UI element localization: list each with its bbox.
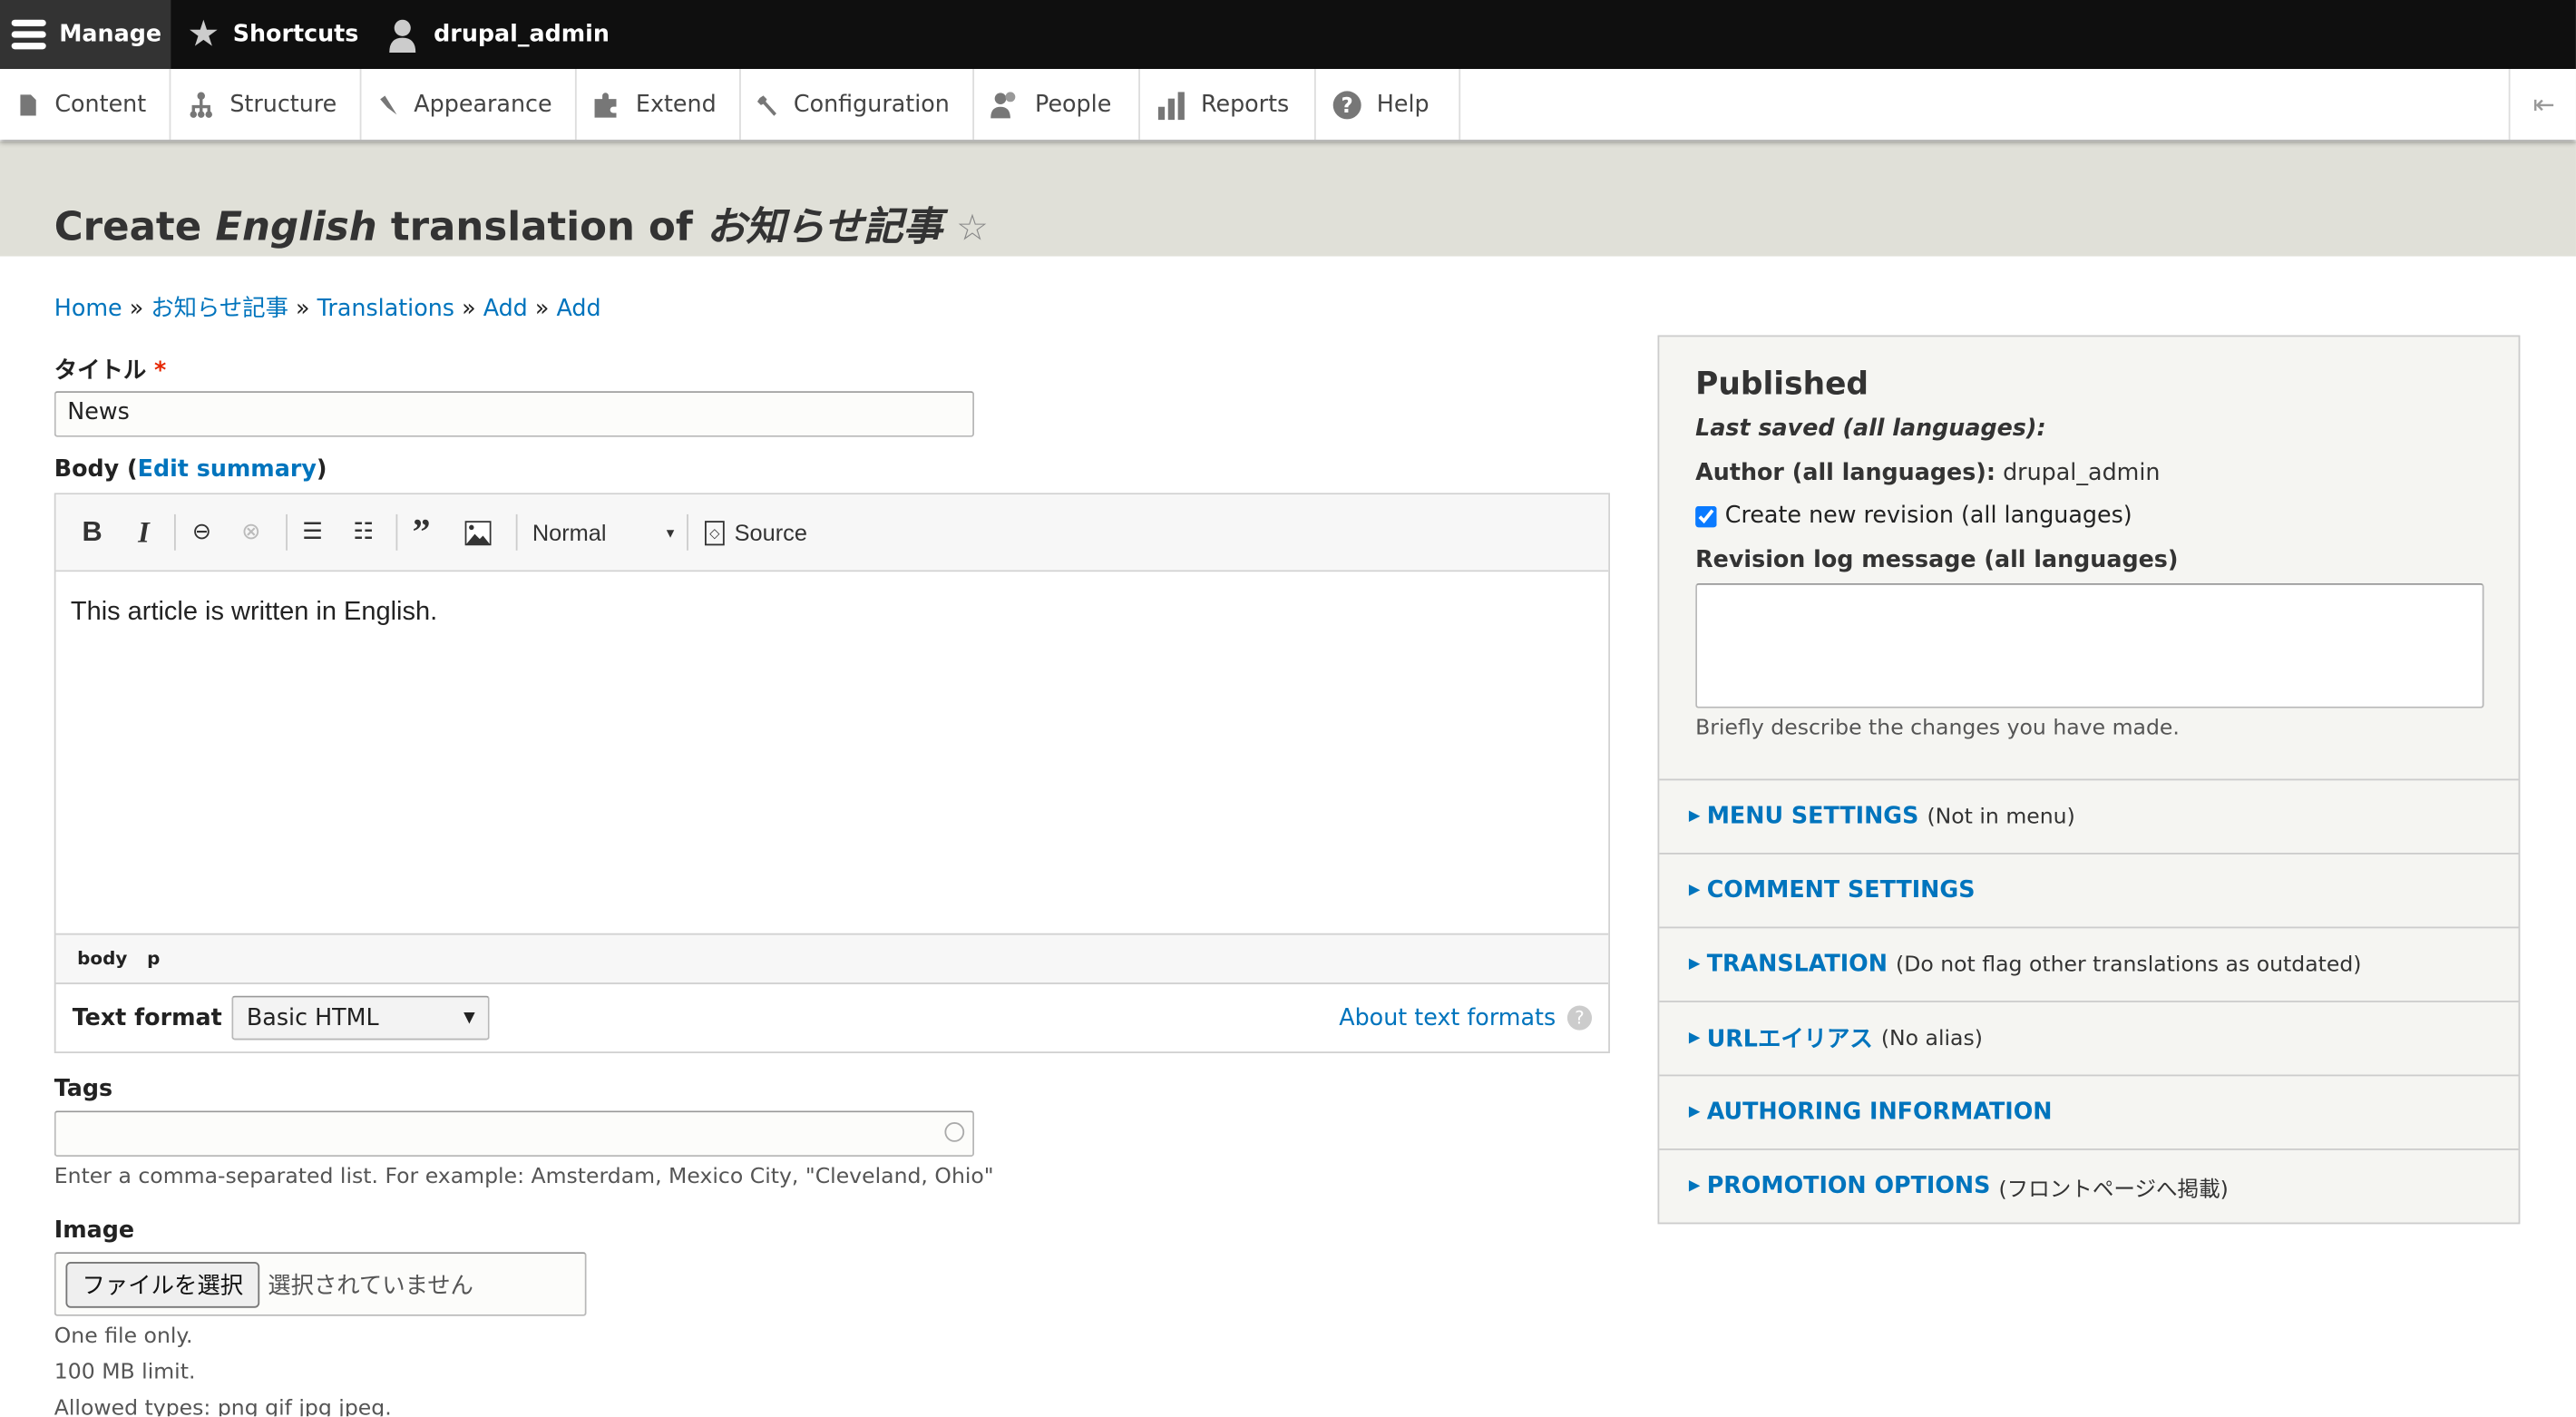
- admin-toolbar: Manage ★ Shortcuts drupal_admin: [0, 0, 2576, 70]
- details-authoring-information[interactable]: ▶ AUTHORING INFORMATION: [1659, 1074, 2519, 1149]
- help-icon: ?: [1332, 90, 1361, 119]
- file-status: 選択されていません: [268, 1272, 473, 1299]
- text-format-select[interactable]: Basic HTML ▼: [231, 995, 490, 1041]
- user-icon: [389, 19, 416, 53]
- unlink-icon[interactable]: ⊗: [241, 514, 260, 551]
- file-icon: [20, 93, 36, 115]
- collapse-tray-icon[interactable]: ⇤: [2508, 69, 2576, 140]
- svg-text:?: ?: [1342, 93, 1353, 117]
- people-icon: [990, 91, 1016, 118]
- manage-tab[interactable]: Manage: [0, 0, 171, 70]
- meta-sidebar: Published Last saved (all languages): Au…: [1657, 335, 2521, 1225]
- tray-item-structure[interactable]: Structure: [171, 69, 362, 140]
- author-info: Author (all languages): drupal_admin: [1695, 460, 2161, 487]
- tray-item-help[interactable]: ? Help: [1316, 69, 1461, 140]
- link-icon[interactable]: ⊖: [192, 514, 211, 551]
- autocomplete-icon: [944, 1122, 965, 1142]
- details-promotion-options[interactable]: ▶ PROMOTION OPTIONS (フロントページへ掲載): [1659, 1148, 2519, 1223]
- element-path: body p: [55, 933, 1609, 984]
- text-format-wrapper: Text format Basic HTML ▼ About text forma…: [56, 984, 1609, 1051]
- breadcrumb-node[interactable]: お知らせ記事: [151, 296, 288, 322]
- new-revision-checkbox[interactable]: [1695, 504, 1717, 527]
- path-body[interactable]: body: [77, 948, 127, 970]
- editor-text: This article is written in English.: [70, 598, 438, 627]
- breadcrumb-home[interactable]: Home: [54, 296, 122, 322]
- title-label: タイトル *: [54, 357, 167, 385]
- tray-item-reports[interactable]: Reports: [1140, 69, 1316, 140]
- tags-help: Enter a comma-separated list. For exampl…: [54, 1165, 994, 1190]
- help-circle-icon[interactable]: ?: [1566, 1005, 1593, 1031]
- body-label: Body (Edit summary): [54, 456, 327, 484]
- hamburger-icon: [11, 19, 46, 50]
- breadcrumb: Home » お知らせ記事 » Translations » Add » Add: [54, 296, 601, 322]
- paintbrush-icon: [380, 94, 397, 114]
- star-icon: ★: [187, 14, 220, 55]
- editor-content-area[interactable]: This article is written in English.: [55, 572, 1609, 933]
- image-icon[interactable]: [464, 514, 492, 551]
- tags-label: Tags: [54, 1076, 113, 1103]
- image-help-count: One file only.: [54, 1324, 193, 1349]
- title-input[interactable]: News: [54, 391, 975, 437]
- publish-status: Published: [1695, 366, 1869, 403]
- about-text-formats-link[interactable]: About text formats: [1339, 1005, 1556, 1031]
- tray-item-content[interactable]: Content: [0, 69, 171, 140]
- editor-toolbar: B I ⊖ ⊗ ☰ ☷ ” Normal ▼ ◇ Source: [55, 494, 1609, 572]
- breadcrumb-translations[interactable]: Translations: [317, 296, 454, 322]
- tray-item-people[interactable]: People: [974, 69, 1140, 140]
- details-comment-settings[interactable]: ▶ COMMENT SETTINGS: [1659, 853, 2519, 927]
- body-editor: B I ⊖ ⊗ ☰ ☷ ” Normal ▼ ◇ Source This artic…: [54, 493, 1610, 1053]
- source-button[interactable]: ◇ Source: [705, 514, 807, 551]
- tray-item-extend[interactable]: Extend: [577, 69, 741, 140]
- format-select[interactable]: Normal ▼: [532, 514, 677, 551]
- page-title: Create English translation of お知らせ記事 ☆: [54, 203, 989, 250]
- details-translation[interactable]: ▶ TRANSLATION (Do not flag other translati…: [1659, 926, 2519, 1002]
- sitemap-icon: [190, 91, 212, 117]
- image-file-input: ファイルを選択 選択されていません: [54, 1252, 587, 1316]
- puzzle-icon: [594, 92, 617, 117]
- details-menu-settings[interactable]: ▶ MENU SETTINGS (Not in menu): [1659, 778, 2519, 854]
- blockquote-icon[interactable]: ”: [413, 511, 431, 552]
- admin-tray: Content Structure Appearance Extend Conf…: [0, 69, 2576, 140]
- tray-item-appearance[interactable]: Appearance: [361, 69, 577, 140]
- image-help-types: Allowed types: png gif jpg jpeg.: [54, 1396, 392, 1417]
- shortcuts-tab[interactable]: ★ Shortcuts: [187, 0, 358, 69]
- last-saved: Last saved (all languages):: [1695, 415, 2046, 443]
- details-url-alias[interactable]: ▶ URLエイリアス (No alias): [1659, 1001, 2519, 1075]
- user-tab[interactable]: drupal_admin: [385, 0, 610, 69]
- breadcrumb-add[interactable]: Add: [483, 296, 528, 322]
- new-revision-row: Create new revision (all languages): [1695, 503, 2132, 529]
- bulleted-list-icon[interactable]: ☰: [302, 514, 323, 551]
- bar-chart-icon: [1157, 91, 1185, 120]
- shortcut-star-icon[interactable]: ☆: [956, 209, 989, 249]
- revlog-help: Briefly describe the changes you have ma…: [1695, 716, 2180, 741]
- numbered-list-icon[interactable]: ☷: [353, 514, 374, 551]
- wrench-icon: [756, 94, 776, 115]
- tags-input[interactable]: [54, 1110, 975, 1158]
- image-label: Image: [54, 1217, 135, 1245]
- tray-item-configuration[interactable]: Configuration: [741, 69, 975, 140]
- italic-icon[interactable]: I: [138, 514, 150, 551]
- revlog-label: Revision log message (all languages): [1695, 547, 2179, 574]
- path-p[interactable]: p: [147, 948, 160, 970]
- breadcrumb-add-2[interactable]: Add: [556, 296, 600, 322]
- edit-summary-link[interactable]: Edit summary: [138, 457, 317, 484]
- source-icon: ◇: [705, 520, 725, 545]
- image-help-size: 100 MB limit.: [54, 1360, 196, 1385]
- bold-icon[interactable]: B: [83, 514, 102, 551]
- choose-file-button[interactable]: ファイルを選択: [65, 1261, 260, 1307]
- revlog-textarea[interactable]: [1695, 582, 2484, 708]
